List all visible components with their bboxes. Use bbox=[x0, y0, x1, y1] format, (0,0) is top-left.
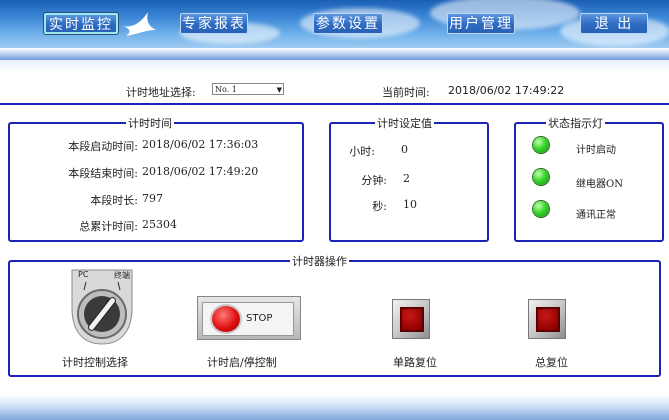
nav-realtime-monitor-button[interactable]: 实时监控 bbox=[44, 13, 118, 34]
total-time-label: 总累计时间: bbox=[79, 220, 138, 233]
hours-value: 0 bbox=[401, 143, 408, 156]
start-time-value: 2018/06/02 17:36:03 bbox=[142, 138, 259, 151]
footer-band bbox=[0, 395, 669, 420]
address-select-value: No. 1 bbox=[215, 85, 237, 94]
nav-user-management-button[interactable]: 用户管理 bbox=[447, 13, 515, 34]
seconds-value: 10 bbox=[403, 198, 417, 211]
control-selector-switch[interactable]: PC 终端 bbox=[70, 268, 134, 346]
start-stop-button[interactable]: STOP bbox=[197, 296, 301, 340]
header-band bbox=[0, 48, 669, 60]
end-time-value: 2018/06/02 17:49:20 bbox=[142, 165, 259, 178]
status-panel-title: 状态指示灯 bbox=[546, 115, 605, 131]
operations-panel-title: 计时器操作 bbox=[290, 253, 349, 269]
red-lamp-icon bbox=[212, 306, 240, 332]
seconds-label: 秒: bbox=[372, 200, 387, 213]
current-time-label: 当前时间: bbox=[382, 86, 430, 99]
timing-panel-title: 计时时间 bbox=[126, 115, 174, 131]
start-time-label: 本段启动时间: bbox=[68, 140, 138, 153]
address-select-label: 计时地址选择: bbox=[126, 86, 196, 99]
bird-logo-icon bbox=[122, 12, 156, 36]
total-reset-button[interactable] bbox=[528, 299, 566, 339]
nav-expert-report-button[interactable]: 专家报表 bbox=[180, 13, 248, 34]
start-stop-label: 计时启/停控制 bbox=[207, 356, 277, 369]
operations-panel: 计时器操作 PC 终端 计时控制选择 STOP 计时启/停控制 单路复位 总复位 bbox=[8, 253, 661, 377]
reset-square-icon bbox=[536, 307, 560, 332]
chevron-down-icon[interactable]: ▼ bbox=[277, 84, 282, 96]
start-stop-state-text: STOP bbox=[246, 313, 273, 324]
duration-label: 本段时长: bbox=[90, 194, 138, 207]
start-stop-panel: STOP bbox=[202, 302, 294, 336]
separator-line bbox=[0, 103, 669, 105]
top-banner: 实时监控 专家报表 参数设置 用户管理 退 出 bbox=[0, 0, 669, 48]
header-band-light bbox=[0, 60, 669, 72]
nav-exit-button[interactable]: 退 出 bbox=[580, 13, 648, 34]
address-select[interactable]: No. 1 ▼ bbox=[212, 83, 284, 95]
settings-panel-title: 计时设定值 bbox=[375, 115, 434, 131]
timer-running-led-icon bbox=[533, 137, 549, 153]
reset-square-icon bbox=[400, 307, 424, 332]
control-selector-label: 计时控制选择 bbox=[62, 356, 128, 369]
single-reset-label: 单路复位 bbox=[393, 356, 437, 369]
selector-terminal-label: 终端 bbox=[114, 271, 130, 280]
total-reset-label: 总复位 bbox=[535, 356, 568, 369]
minutes-value: 2 bbox=[403, 172, 410, 185]
end-time-label: 本段结束时间: bbox=[68, 167, 138, 180]
hours-label: 小时: bbox=[349, 145, 375, 158]
timing-panel: 计时时间 本段启动时间: 2018/06/02 17:36:03 本段结束时间:… bbox=[8, 115, 304, 242]
selector-pc-label: PC bbox=[78, 270, 89, 279]
duration-value: 797 bbox=[142, 192, 163, 205]
status-panel: 状态指示灯 计时启动 继电器ON 通讯正常 bbox=[514, 115, 664, 242]
single-reset-button[interactable] bbox=[392, 299, 430, 339]
current-time-value: 2018/06/02 17:49:22 bbox=[448, 84, 565, 97]
relay-on-label: 继电器ON bbox=[576, 179, 623, 190]
comm-ok-label: 通讯正常 bbox=[576, 210, 616, 221]
minutes-label: 分钟: bbox=[361, 174, 387, 187]
timer-running-label: 计时启动 bbox=[576, 145, 616, 156]
relay-on-led-icon bbox=[533, 169, 549, 185]
comm-ok-led-icon bbox=[533, 201, 549, 217]
total-time-value: 25304 bbox=[142, 218, 177, 231]
nav-parameter-settings-button[interactable]: 参数设置 bbox=[313, 13, 383, 34]
settings-panel: 计时设定值 小时: 0 分钟: 2 秒: 10 bbox=[329, 115, 489, 242]
